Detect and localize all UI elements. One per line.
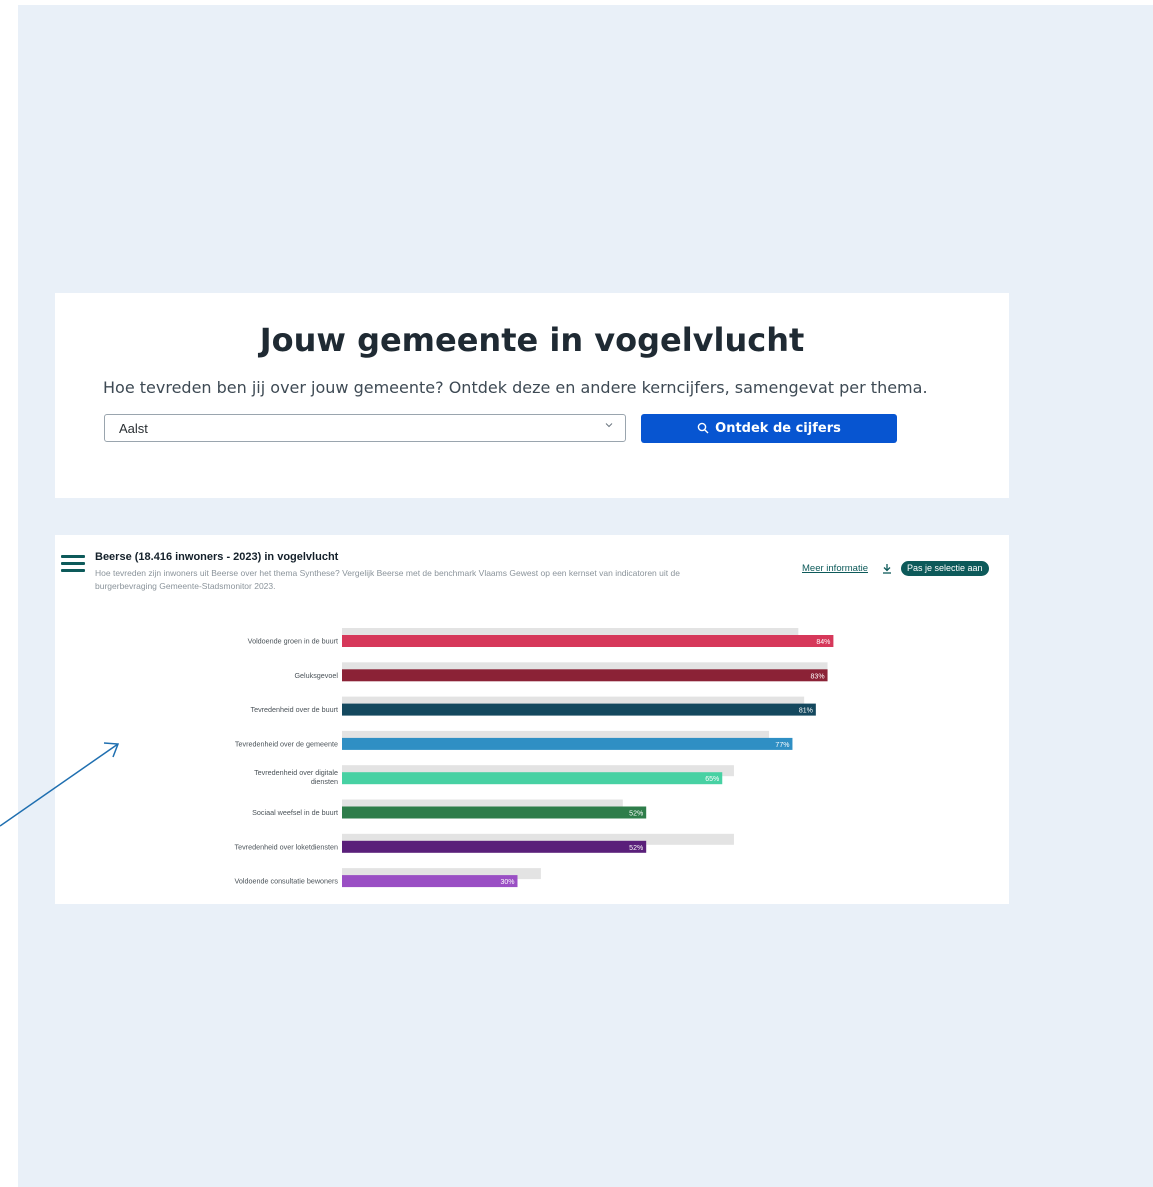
category-label: Sociaal weefsel in de buurt: [252, 808, 338, 817]
category-label: Geluksgevoel: [294, 671, 338, 680]
bar-value-label: 77%: [775, 742, 789, 749]
chart-card: Beerse (18.416 inwoners - 2023) in vogel…: [55, 535, 1009, 904]
discover-figures-button[interactable]: Ontdek de cijfers: [641, 414, 897, 443]
municipality-select[interactable]: Aalst: [104, 414, 626, 442]
page-title: Jouw gemeente in vogelvlucht: [259, 321, 805, 359]
bar-value-label: 84%: [816, 639, 830, 646]
category-label: Tevredenheid over de gemeente: [235, 739, 338, 748]
bar-value-label: 65%: [705, 776, 719, 783]
value-bar[interactable]: [342, 875, 518, 888]
value-bar[interactable]: [342, 840, 647, 853]
value-bar[interactable]: [342, 772, 723, 785]
category-label: Tevredenheid over loketdiensten: [235, 842, 339, 851]
search-card: Jouw gemeente in vogelvlucht Hoe tevrede…: [55, 293, 1009, 498]
category-label: Voldoende consultatie bewoners: [235, 877, 339, 886]
bar-value-label: 81%: [799, 708, 813, 715]
bar-value-label: 52%: [629, 811, 643, 818]
selected-municipality: Aalst: [119, 421, 148, 436]
category-label: Voldoende groen in de buurt: [248, 637, 338, 646]
discover-button-label: Ontdek de cijfers: [715, 421, 841, 436]
value-bar[interactable]: [342, 703, 816, 716]
page-subtitle: Hoe tevreden ben jij over jouw gemeente?…: [103, 378, 928, 397]
category-label: Tevredenheid over de buurt: [250, 705, 338, 714]
value-bar[interactable]: [342, 806, 647, 819]
category-label: Tevredenheid over digitale diensten: [254, 768, 338, 786]
value-bar[interactable]: [342, 635, 834, 647]
bar-value-label: 83%: [811, 673, 825, 680]
bar-value-label: 52%: [629, 845, 643, 852]
chevron-down-icon: [605, 423, 613, 428]
value-bar[interactable]: [342, 737, 793, 750]
value-bar[interactable]: [342, 669, 828, 682]
search-icon: [697, 422, 709, 434]
bar-chart: 84% Voldoende groen in de buurt 83% Geluksg…: [235, 628, 834, 888]
bar-value-label: 30%: [500, 879, 514, 886]
